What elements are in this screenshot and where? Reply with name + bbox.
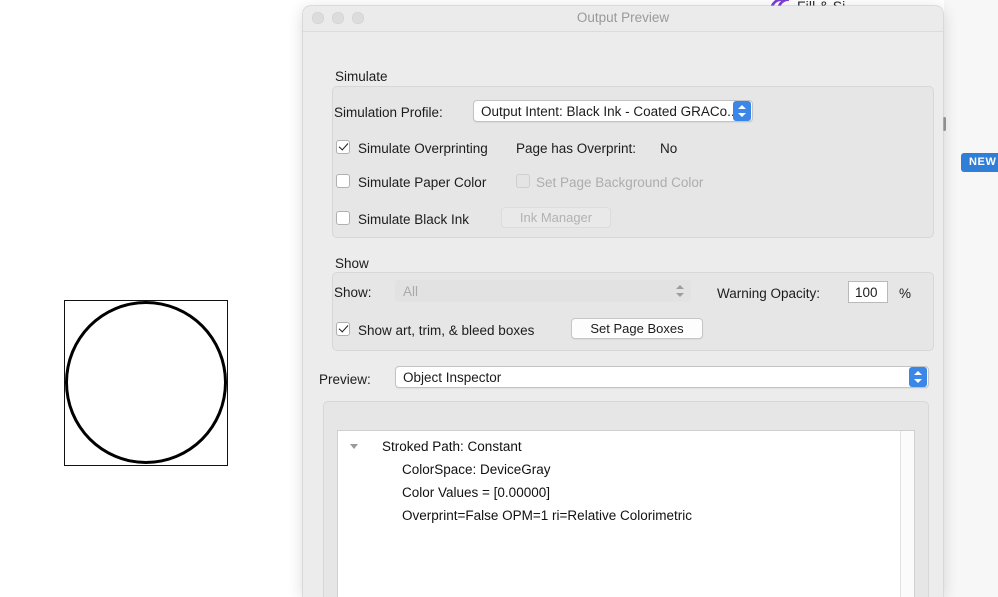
chevron-updown-icon[interactable] (733, 101, 751, 121)
simulate-overprinting-label: Simulate Overprinting (358, 141, 488, 156)
warning-opacity-input[interactable]: 100 (848, 281, 888, 303)
simulate-overprinting-checkbox[interactable] (336, 140, 350, 154)
show-filter-popup: All (395, 280, 691, 302)
set-page-background-color-checkbox (516, 174, 530, 188)
tree-row[interactable]: Color Values = [0.00000] (338, 481, 914, 504)
disclosure-triangle-icon[interactable] (350, 444, 358, 449)
object-inspector-scrollbar[interactable] (900, 431, 914, 597)
object-inspector-rows: Stroked Path: Constant ColorSpace: Devic… (338, 431, 914, 527)
window-title: Output Preview (303, 10, 943, 25)
rail-drag-handle[interactable] (943, 117, 946, 131)
output-preview-dialog: Output Preview Simulate Simulation Profi… (303, 6, 943, 597)
simulate-black-ink-checkbox[interactable] (336, 211, 350, 225)
page-has-overprint-value: No (660, 141, 677, 156)
preview-mode-popup[interactable]: Object Inspector (395, 366, 929, 388)
chevron-updown-icon[interactable] (909, 367, 927, 387)
simulation-profile-label: Simulation Profile: (334, 105, 443, 120)
tree-row[interactable]: Overprint=False OPM=1 ri=Relative Colori… (338, 504, 914, 527)
warning-opacity-label: Warning Opacity: (717, 286, 820, 301)
tree-row[interactable]: ColorSpace: DeviceGray (338, 458, 914, 481)
tree-row-label: Color Values = [0.00000] (402, 485, 550, 500)
preview-mode-value: Object Inspector (396, 370, 909, 385)
show-label: Show: (334, 285, 372, 300)
new-badge: NEW (961, 153, 998, 172)
simulate-black-ink-label: Simulate Black Ink (358, 212, 469, 227)
simulate-group-label: Simulate (335, 69, 388, 84)
document-artwork-circle (65, 301, 227, 464)
tree-row[interactable]: Stroked Path: Constant (338, 435, 914, 458)
set-page-background-color-label: Set Page Background Color (536, 175, 703, 190)
object-inspector-container: Stroked Path: Constant ColorSpace: Devic… (323, 401, 929, 597)
dialog-body: Simulate Simulation Profile: Output Inte… (303, 32, 943, 597)
preview-label: Preview: (319, 372, 371, 387)
right-tools-rail (944, 0, 998, 597)
show-filter-value: All (396, 284, 671, 299)
simulation-profile-popup[interactable]: Output Intent: Black Ink - Coated GRACo.… (473, 100, 753, 122)
simulate-paper-color-checkbox[interactable] (336, 174, 350, 188)
object-inspector-panel[interactable]: Stroked Path: Constant ColorSpace: Devic… (337, 430, 915, 597)
percent-symbol: % (899, 286, 911, 301)
tree-row-label: Overprint=False OPM=1 ri=Relative Colori… (402, 508, 692, 523)
page-has-overprint-label: Page has Overprint: (516, 141, 636, 156)
dialog-titlebar[interactable]: Output Preview (303, 6, 943, 32)
simulation-profile-value: Output Intent: Black Ink - Coated GRACo.… (474, 104, 733, 119)
tree-row-label: ColorSpace: DeviceGray (402, 462, 551, 477)
ink-manager-button: Ink Manager (501, 207, 611, 228)
tree-row-label: Stroked Path: Constant (382, 439, 522, 454)
show-boxes-checkbox[interactable] (336, 322, 350, 336)
set-page-boxes-button[interactable]: Set Page Boxes (571, 318, 703, 339)
show-group-label: Show (335, 256, 369, 271)
document-artwork-square (64, 300, 228, 466)
show-boxes-label: Show art, trim, & bleed boxes (358, 323, 534, 338)
simulate-paper-color-label: Simulate Paper Color (358, 175, 486, 190)
chevron-updown-icon (671, 281, 689, 301)
